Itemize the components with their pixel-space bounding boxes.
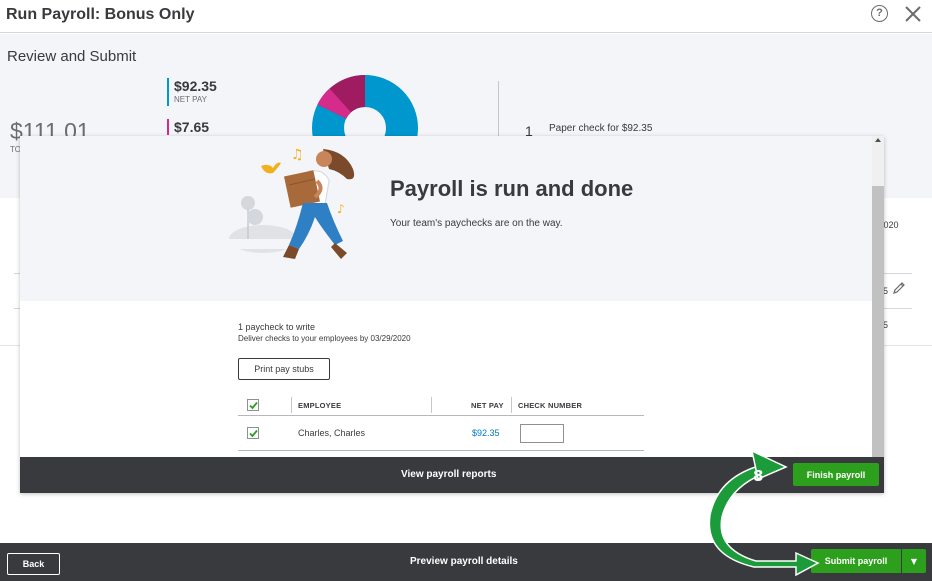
submit-dropdown-icon[interactable]: ▼	[902, 549, 926, 573]
dialog-subtitle: Your team's paychecks are on the way.	[390, 218, 563, 229]
dialog-title: Payroll is run and done	[390, 176, 634, 201]
submit-payroll-button[interactable]: Submit payroll	[811, 549, 901, 573]
back-button[interactable]: Back	[7, 553, 60, 575]
payroll-done-dialog: ♫ ♪ Payroll is run and done Your team's …	[20, 136, 884, 493]
select-all-checkbox[interactable]	[247, 399, 259, 411]
deliver-note: Deliver checks to your employees by 03/2…	[238, 334, 411, 343]
employee-net-pay[interactable]: $92.35	[472, 428, 500, 438]
preview-payroll-link[interactable]: Preview payroll details	[410, 556, 518, 567]
check-number-input[interactable]	[520, 424, 564, 443]
dialog-hero: ♫ ♪ Payroll is run and done Your team's …	[20, 136, 872, 301]
paycheck-count: 1 paycheck to write	[238, 322, 316, 332]
table-row: Charles, Charles $92.35	[238, 416, 644, 451]
net-pay-column-header[interactable]: NET PAY	[471, 401, 504, 410]
column-divider	[291, 397, 292, 413]
taxes-value: $7.65	[174, 119, 210, 135]
delivery-person-illustration: ♫ ♪	[229, 147, 355, 259]
net-pay-legend: $92.35 NET PAY	[167, 78, 217, 106]
employee-name: Charles, Charles	[298, 428, 366, 438]
net-pay-label: NET PAY	[174, 95, 207, 104]
svg-text:♪: ♪	[337, 202, 345, 216]
check-number-column-header[interactable]: CHECK NUMBER	[518, 401, 582, 410]
close-icon[interactable]	[903, 4, 923, 24]
view-payroll-reports-link[interactable]: View payroll reports	[401, 469, 496, 480]
step-number-badge: 8	[753, 467, 764, 485]
paper-check-text: Paper check for $92.35	[549, 123, 653, 134]
summary-heading: Review and Submit	[7, 48, 137, 65]
title-bar: Run Payroll: Bonus Only ?	[0, 0, 932, 33]
table-header-row: EMPLOYEE NET PAY CHECK NUMBER	[238, 394, 644, 416]
help-icon[interactable]: ?	[871, 5, 888, 22]
row-checkbox[interactable]	[247, 427, 259, 439]
column-divider	[511, 397, 512, 413]
net-pay-value: $92.35	[174, 78, 217, 94]
scroll-up-icon[interactable]	[875, 138, 881, 142]
svg-text:♫: ♫	[291, 147, 304, 163]
scrollbar-thumb[interactable]	[872, 186, 884, 458]
taxes-legend: $7.65	[167, 119, 209, 135]
summary-divider	[498, 81, 499, 143]
employee-column-header[interactable]: EMPLOYEE	[298, 401, 341, 410]
print-pay-stubs-button[interactable]: Print pay stubs	[238, 358, 330, 380]
page-footer: Back Preview payroll details Submit payr…	[0, 543, 932, 581]
pencil-icon[interactable]	[892, 281, 906, 295]
finish-payroll-button[interactable]: Finish payroll	[793, 463, 879, 486]
column-divider	[431, 397, 432, 413]
window-title: Run Payroll: Bonus Only	[6, 6, 195, 23]
